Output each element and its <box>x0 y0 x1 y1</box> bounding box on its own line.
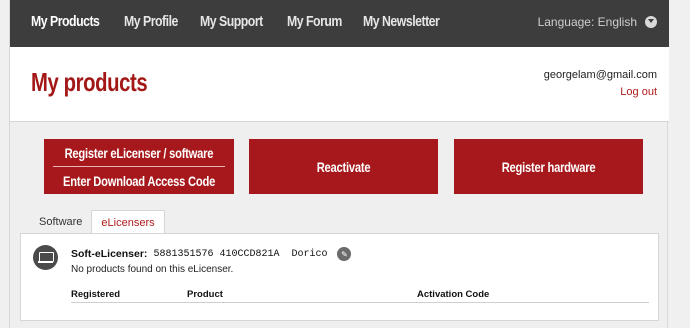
table-header: Registered Product Activation Code <box>71 287 649 303</box>
page-title: My products <box>31 67 148 97</box>
language-label: Language: English <box>537 15 637 29</box>
tab-software[interactable]: Software <box>30 210 91 234</box>
nav-my-profile[interactable]: My Profile <box>124 13 178 30</box>
logout-link[interactable]: Log out <box>620 86 657 98</box>
column-registered: Registered <box>71 289 121 300</box>
product-tabs: Software eLicensers <box>30 210 165 234</box>
edit-icon[interactable]: ✎ <box>337 247 352 261</box>
register-hardware-button[interactable]: Register hardware <box>454 139 643 194</box>
nav-my-support[interactable]: My Support <box>200 13 263 30</box>
tab-elicensers[interactable]: eLicensers <box>91 210 165 234</box>
empty-message: No products found on this eLicenser. <box>71 264 234 275</box>
page-header: My products georgelam@gmail.com Log out <box>10 47 669 122</box>
elicenser-name: Dorico <box>291 248 328 260</box>
enter-download-code-button[interactable]: Enter Download Access Code <box>44 167 234 194</box>
nav-my-forum[interactable]: My Forum <box>287 13 342 30</box>
register-elicenser-button[interactable]: Register eLicenser / software <box>44 139 234 166</box>
elicenser-label: Soft-eLicenser: <box>71 248 148 260</box>
nav-links: My Products My Profile My Support My For… <box>31 13 457 30</box>
enter-download-code-label: Enter Download Access Code <box>62 172 216 189</box>
reactivate-button[interactable]: Reactivate <box>249 139 438 194</box>
elicenser-serial: 5881351576 410CCD821A <box>153 248 280 260</box>
column-activation-code: Activation Code <box>417 289 490 300</box>
elicenser-panel: Soft-eLicenser: 5881351576 410CCD821A Do… <box>20 233 659 321</box>
user-email: georgelam@gmail.com <box>543 69 657 81</box>
elicenser-info: Soft-eLicenser: 5881351576 410CCD821A Do… <box>71 247 352 261</box>
top-navigation: My Products My Profile My Support My For… <box>10 0 669 47</box>
register-elicenser-button-group: Register eLicenser / software Enter Down… <box>44 139 234 194</box>
reactivate-label: Reactivate <box>316 158 371 175</box>
nav-my-newsletter[interactable]: My Newsletter <box>363 13 440 30</box>
column-product: Product <box>187 289 223 300</box>
language-selector[interactable]: Language: English <box>538 15 657 29</box>
nav-my-products[interactable]: My Products <box>31 13 100 30</box>
register-elicenser-label: Register eLicenser / software <box>64 144 214 161</box>
register-hardware-label: Register hardware <box>501 158 596 175</box>
chevron-down-icon <box>645 16 657 28</box>
page-frame: My Products My Profile My Support My For… <box>9 0 669 328</box>
device-icon <box>33 245 58 270</box>
